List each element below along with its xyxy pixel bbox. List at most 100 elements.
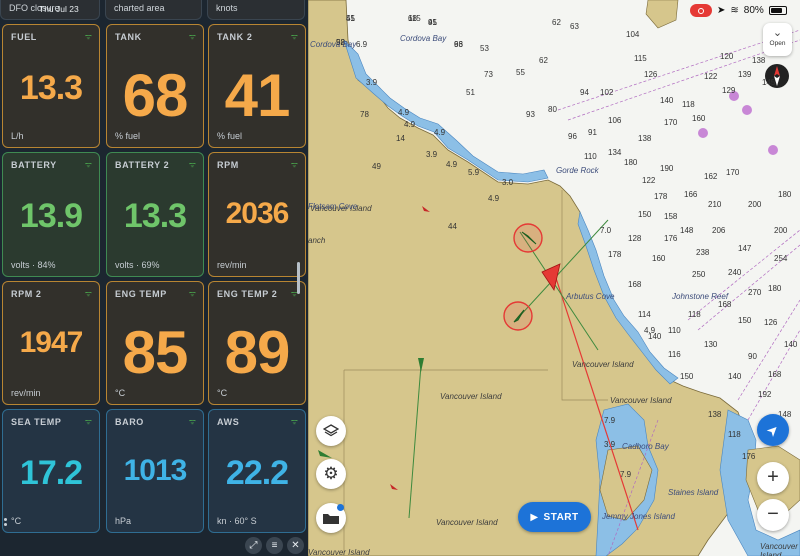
tile-unit: °C xyxy=(217,388,228,398)
depth-sounding: 170 xyxy=(664,118,678,127)
tile-baro[interactable]: BARO ᯤ 1013 hPa xyxy=(106,409,204,533)
close-icon[interactable]: ✕ xyxy=(287,537,304,554)
place-name: Vancouver Island xyxy=(572,360,634,369)
depth-sounding: 4.9 xyxy=(488,194,500,203)
anchorage-marker[interactable] xyxy=(698,128,708,138)
depth-sounding: 118 xyxy=(728,430,741,439)
depth-sounding: 200 xyxy=(748,200,762,209)
zoom-in-button[interactable]: + xyxy=(757,462,789,494)
depth-sounding: 4.9 xyxy=(644,326,656,335)
strip-label: knots xyxy=(216,3,238,13)
knots-strip[interactable]: knots xyxy=(207,0,305,20)
tile-battery-2[interactable]: BATTERY 2 ᯤ 13.3 volts · 69% xyxy=(106,152,204,277)
depth-sounding: 134 xyxy=(608,148,622,157)
tile-value: 68 xyxy=(122,62,189,129)
settings-button[interactable]: ⚙ xyxy=(316,459,346,489)
depth-sounding: 115 xyxy=(634,54,647,63)
depth-sounding: 118 xyxy=(682,100,695,109)
depth-sounding: 96 xyxy=(568,132,577,141)
depth-sounding: 128 xyxy=(628,234,642,243)
tile-unit: L/h xyxy=(11,131,24,141)
place-name: Cadboro Bay xyxy=(622,442,669,451)
depth-sounding: 140 xyxy=(784,340,798,349)
place-name: Flotsam Cove xyxy=(308,202,358,211)
battery-percent: 80% xyxy=(743,5,764,16)
island xyxy=(645,0,679,29)
depth-sounding: 4.9 xyxy=(404,120,416,129)
depth-sounding: 106 xyxy=(608,116,622,125)
depth-sounding: 7.9 xyxy=(620,470,632,479)
play-icon: ▶ xyxy=(530,511,539,523)
tile-battery[interactable]: BATTERY ᯤ 13.9 volts · 84% xyxy=(2,152,100,277)
tile-title: AWS xyxy=(217,417,240,427)
place-name: Johnstone Reef xyxy=(672,292,729,301)
instrument-panel: DFO closure Thu Jul 23 charted area knot… xyxy=(0,0,308,556)
anchorage-marker[interactable] xyxy=(768,145,778,155)
open-menu-button[interactable]: ⌄ Open xyxy=(763,23,792,56)
depth-sounding: 51 xyxy=(346,14,355,23)
ais-target-alert[interactable] xyxy=(503,301,533,331)
resize-icon[interactable]: ⤢ xyxy=(245,537,262,554)
tile-rpm[interactable]: RPM ᯤ 2036 rev/min xyxy=(208,152,306,277)
page-dot[interactable] xyxy=(4,518,7,521)
depth-sounding: 110 xyxy=(668,326,681,335)
tile-eng-temp[interactable]: ENG TEMP ᯤ 85 °C xyxy=(106,281,204,405)
tile-tank-2[interactable]: TANK 2 ᯤ 41 % fuel xyxy=(208,24,306,148)
depth-sounding: 115 xyxy=(408,14,421,23)
start-button[interactable]: ▶ START xyxy=(518,502,591,532)
tile-unit: rev/min xyxy=(217,260,247,270)
panel-resize-handle[interactable] xyxy=(297,262,300,294)
depth-sounding: 3.9 xyxy=(366,78,378,87)
depth-sounding: 138 xyxy=(752,56,766,65)
depth-sounding: 270 xyxy=(748,288,762,297)
nautical-chart-map[interactable]: 45 58 68 45 63 53 73 51 55 62 62 63 93 80 94 102 106 91 96… xyxy=(308,0,800,556)
sliders-icon[interactable]: ≡ xyxy=(266,537,283,554)
chevron-down-icon: ⌄ xyxy=(772,27,783,39)
depth-sounding: 51 xyxy=(466,88,475,97)
depth-sounding: 240 xyxy=(728,268,742,277)
signal-icon: ᯤ xyxy=(188,289,196,298)
depth-sounding: 166 xyxy=(684,190,698,199)
depth-sounding: 150 xyxy=(738,316,752,325)
tile-aws[interactable]: AWS ᯤ 22.2 kn · 60° S xyxy=(208,409,306,533)
depth-sounding: 4.9 xyxy=(434,128,446,137)
depth-sounding: 180 xyxy=(768,284,782,293)
dfo-closure-strip[interactable]: DFO closure Thu Jul 23 xyxy=(0,0,100,20)
depth-sounding: 150 xyxy=(638,210,652,219)
depth-sounding: 176 xyxy=(742,452,756,461)
depth-sounding: 168 xyxy=(628,280,642,289)
depth-sounding: 176 xyxy=(664,234,678,243)
folder-button[interactable] xyxy=(316,503,346,533)
place-name: anch xyxy=(308,236,326,245)
depth-sounding: 4.9 xyxy=(398,108,410,117)
depth-sounding: 170 xyxy=(726,168,740,177)
depth-sounding: 178 xyxy=(608,250,622,259)
ais-target-alert[interactable] xyxy=(513,223,543,253)
depth-sounding: 147 xyxy=(738,244,752,253)
depth-sounding: 138 xyxy=(638,134,652,143)
tile-sea-temp[interactable]: SEA TEMP ᯤ 17.2 °C xyxy=(2,409,100,533)
depth-sounding: 3.9 xyxy=(604,440,616,449)
navigate-button[interactable]: ➤ xyxy=(757,414,789,446)
tile-value: 85 xyxy=(122,319,189,386)
page-dot[interactable] xyxy=(4,523,7,526)
depth-sounding: 126 xyxy=(644,70,658,79)
depth-sounding: 160 xyxy=(692,114,706,123)
tile-rpm-2[interactable]: RPM 2 ᯤ 1947 rev/min xyxy=(2,281,100,405)
place-name: Vancouver Island xyxy=(308,548,370,556)
place-name: Vancouver Island xyxy=(436,518,498,527)
tile-fuel[interactable]: FUEL ᯤ 13.3 L/h xyxy=(2,24,100,148)
depth-sounding: 180 xyxy=(778,190,792,199)
anchorage-marker[interactable] xyxy=(742,105,752,115)
zoom-out-button[interactable]: − xyxy=(757,499,789,531)
tile-title: TANK 2 xyxy=(217,32,253,42)
tile-tank[interactable]: TANK ᯤ 68 % fuel xyxy=(106,24,204,148)
signal-icon: ᯤ xyxy=(84,417,92,426)
tile-eng-temp-2[interactable]: ENG TEMP 2 ᯤ 89 °C xyxy=(208,281,306,405)
layers-button[interactable] xyxy=(316,416,346,446)
charted-area-strip[interactable]: charted area xyxy=(105,0,202,20)
strip-label: charted area xyxy=(114,3,165,13)
depth-sounding: 96 xyxy=(454,40,463,49)
depth-sounding: 78 xyxy=(360,110,369,119)
record-icon[interactable] xyxy=(690,4,712,17)
